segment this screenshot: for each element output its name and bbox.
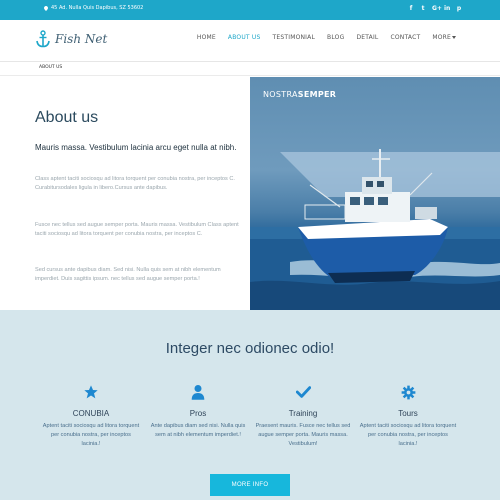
feature-name: Tours [398,409,418,418]
nav-more-label: MORE [432,34,451,41]
nav-more[interactable]: MORE [432,33,456,41]
logo[interactable]: Fish Net [36,30,107,48]
feature-card: Training Praesent mauris. Fusce nec tell… [253,383,353,449]
google-plus-icon[interactable]: G+ [432,5,442,12]
about-section: About us Mauris massa. Vestibulum lacini… [0,77,250,310]
feature-name: Training [288,409,318,418]
about-paragraph: Class aptent taciti sociosqu ad litora t… [35,176,235,191]
feature-desc: Praesent mauris. Fusce nec tellus sed au… [255,423,351,447]
nav-detail[interactable]: DETAIL [356,33,378,41]
about-paragraph: Sed cursus ante dapibus diam. Sed nisi. … [35,267,221,282]
address: 45 Ad. Nulla Quis Dapibus, SZ 53602 [44,5,143,11]
linkedin-icon[interactable]: in [444,5,450,12]
feature-card: CONUBIA Aptent taciti sociosqu ad litora… [41,383,141,449]
fishing-boat-illustration [250,149,500,310]
brand-name: Fish Net [55,32,108,46]
check-icon [253,383,353,401]
hero-title-light: NOSTRA [263,90,298,99]
nav-blog[interactable]: BLOG [327,33,344,41]
feature-card: Pros Ante dapibus diam sed nisi. Nulla q… [148,383,248,440]
facebook-icon[interactable]: f [408,5,414,12]
social-links: f t G+ in p [408,5,462,12]
breadcrumb-current: ABOUT US [39,65,63,70]
location-pin-icon [44,5,48,11]
feature-name: Pros [189,409,207,418]
more-info-button[interactable]: MORE INFO [210,474,290,496]
about-lead: Mauris massa. Vestibulum lacinia arcu eg… [35,143,237,152]
feature-desc: Aptent taciti sociosqu ad litora torquen… [42,423,140,447]
site-header: Fish Net HOME ABOUT US TESTIMONIAL BLOG … [0,20,500,62]
user-icon [148,383,248,401]
feature-desc: Ante dapibus diam sed nisi. Nulla quis s… [150,423,246,438]
nav-about-us[interactable]: ABOUT US [228,33,261,41]
main-nav: HOME ABOUT US TESTIMONIAL BLOG DETAIL CO… [197,33,456,41]
top-bar: 45 Ad. Nulla Quis Dapibus, SZ 53602 f t … [0,0,500,20]
nav-home[interactable]: HOME [197,33,216,41]
feature-desc: Aptent taciti sociosqu ad litora torquen… [359,423,457,447]
gear-icon [358,383,458,401]
features-section: Integer nec odionec odio! CONUBIA Aptent… [0,310,500,500]
nav-contact[interactable]: CONTACT [390,33,420,41]
star-icon [41,383,141,401]
feature-name: CONUBIA [72,409,110,418]
hero-title: NOSTRASEMPER [263,90,336,99]
hero-title-bold: SEMPER [297,90,337,99]
nav-testimonial[interactable]: TESTIMONIAL [273,33,316,41]
twitter-icon[interactable]: t [420,5,426,12]
breadcrumb: ABOUT US [0,62,500,76]
feature-card: Tours Aptent taciti sociosqu ad litora t… [358,383,458,449]
features-heading: Integer nec odionec odio! [165,340,335,357]
page-title: About us [35,109,99,126]
boat-image: NOSTRASEMPER [250,77,500,310]
address-text: 45 Ad. Nulla Quis Dapibus, SZ 53602 [51,5,144,11]
caret-down-icon [452,36,456,39]
about-paragraph: Fusce nec tellus sed augue semper porta.… [35,222,239,237]
pinterest-icon[interactable]: p [456,5,462,12]
anchor-icon [36,30,50,48]
